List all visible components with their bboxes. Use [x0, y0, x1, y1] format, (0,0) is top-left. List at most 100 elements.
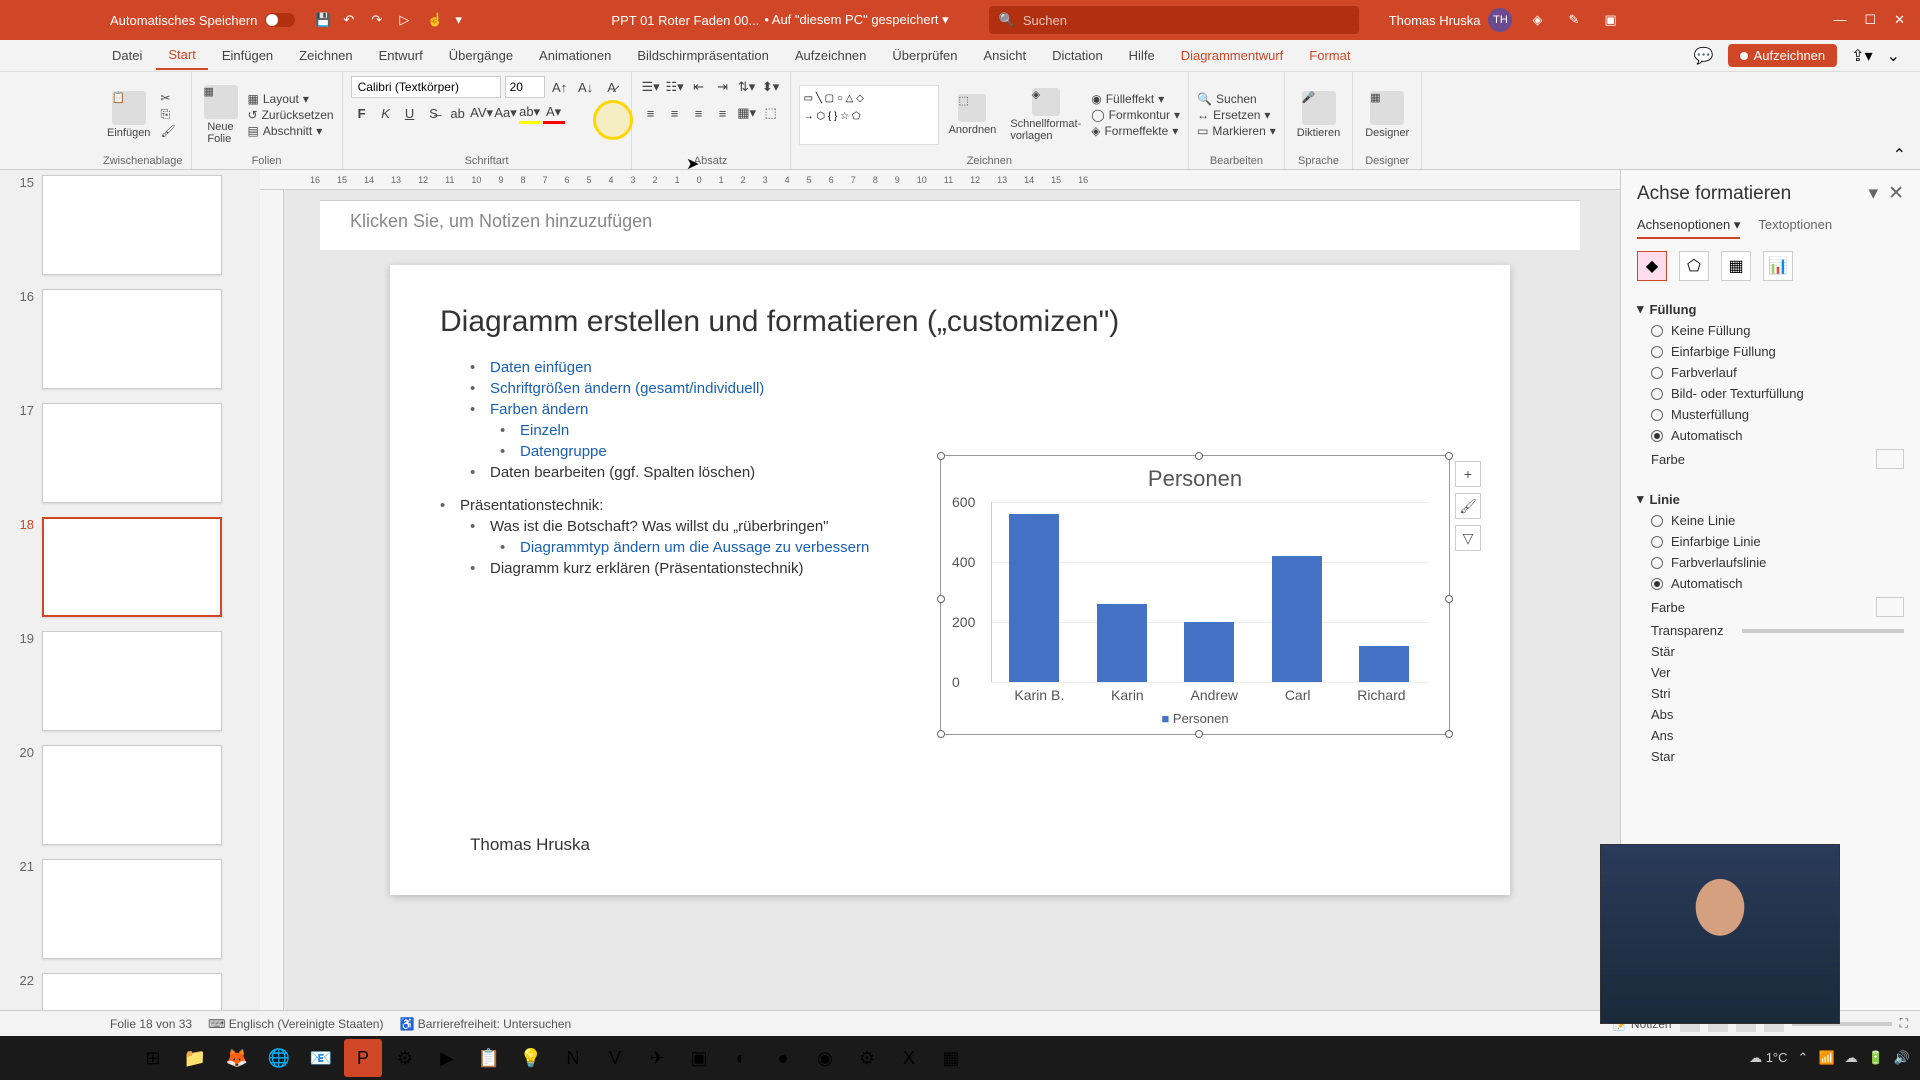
chart-filter-icon[interactable]: ▽	[1455, 525, 1481, 551]
line-spacing-icon[interactable]: ⇅▾	[736, 76, 758, 98]
transparency-slider[interactable]	[1742, 629, 1905, 633]
weather-widget[interactable]: ☁ 1°C	[1749, 1050, 1787, 1066]
tab-entwurf[interactable]: Entwurf	[367, 42, 435, 69]
bullets-icon[interactable]: ☰▾	[640, 76, 662, 98]
bold-icon[interactable]: F	[351, 102, 373, 124]
tray-chevron-icon[interactable]: ⌃	[1798, 1050, 1809, 1066]
chart-title[interactable]: Personen	[941, 466, 1449, 492]
line-radio-row[interactable]: Keine Linie	[1651, 513, 1904, 528]
tray-battery-icon[interactable]: 🔋	[1868, 1050, 1884, 1066]
tab-start[interactable]: Start	[156, 41, 207, 70]
thumb-15[interactable]	[42, 175, 222, 275]
cutoff-field[interactable]: Ans	[1651, 728, 1904, 743]
tab-ansicht[interactable]: Ansicht	[971, 42, 1038, 69]
autosave-toggle[interactable]	[265, 13, 295, 27]
new-slide-button[interactable]: ▦Neue Folie	[200, 83, 242, 147]
cutoff-field[interactable]: Ver	[1651, 665, 1904, 680]
telegram-icon[interactable]: ✈	[638, 1039, 676, 1077]
bullet-item[interactable]: Farben ändern	[470, 401, 1460, 418]
outlook-icon[interactable]: 📧	[302, 1039, 340, 1077]
save-icon[interactable]: 💾	[315, 12, 331, 28]
underline-icon[interactable]: U	[399, 102, 421, 124]
record-button[interactable]: Aufzeichnen	[1728, 44, 1838, 67]
app2-icon[interactable]: 📋	[470, 1039, 508, 1077]
font-color-icon[interactable]: A▾	[543, 102, 565, 124]
app8-icon[interactable]: ▦	[932, 1039, 970, 1077]
tab-datei[interactable]: Datei	[100, 42, 154, 69]
align-left-icon[interactable]: ≡	[640, 102, 662, 124]
format-painter-icon[interactable]: 🖌	[160, 124, 175, 138]
shadow-icon[interactable]: ab	[447, 102, 469, 124]
tab-animationen[interactable]: Animationen	[527, 42, 623, 69]
paste-button[interactable]: 📋Einfügen	[103, 89, 154, 141]
slide-title[interactable]: Diagramm erstellen und formatieren („cus…	[440, 305, 1460, 339]
indent-inc-icon[interactable]: ⇥	[712, 76, 734, 98]
italic-icon[interactable]: K	[375, 102, 397, 124]
line-radio-row[interactable]: Automatisch	[1651, 576, 1904, 591]
tab-uebergaenge[interactable]: Übergänge	[437, 42, 525, 69]
bullet-item[interactable]: Schriftgrößen ändern (gesamt/individuell…	[470, 380, 1460, 397]
size-pane-icon[interactable]: ▦	[1721, 251, 1751, 281]
effects-button[interactable]: ◈ Formeffekte ▾	[1091, 124, 1180, 138]
fill-radio-row[interactable]: Automatisch	[1651, 428, 1904, 443]
fit-to-window-icon[interactable]: ⛶	[1900, 1016, 1908, 1031]
fill-color-swatch[interactable]	[1876, 449, 1904, 469]
excel-icon[interactable]: X	[890, 1039, 928, 1077]
numbering-icon[interactable]: ☷▾	[664, 76, 686, 98]
diamond-icon[interactable]: ◈	[1532, 12, 1548, 28]
vlc-icon[interactable]: ▶	[428, 1039, 466, 1077]
fill-line-icon[interactable]: ◆	[1637, 251, 1667, 281]
settings-icon[interactable]: ⚙	[848, 1039, 886, 1077]
app7-icon[interactable]: ◉	[806, 1039, 844, 1077]
line-color-swatch[interactable]	[1876, 597, 1904, 617]
chart-plus-icon[interactable]: +	[1455, 461, 1481, 487]
cutoff-field[interactable]: Stri	[1651, 686, 1904, 701]
chart-bar[interactable]	[1184, 622, 1234, 682]
redo-icon[interactable]: ↷	[371, 12, 387, 28]
fill-radio-row[interactable]: Bild- oder Texturfüllung	[1651, 386, 1904, 401]
qat-more-icon[interactable]: ▾	[455, 12, 471, 28]
collapse-ribbon-chevron[interactable]: ⌃	[1889, 141, 1910, 169]
font-name-combo[interactable]: Calibri (Textkörper)	[351, 76, 501, 98]
align-right-icon[interactable]: ≡	[688, 102, 710, 124]
start-icon[interactable]: ⊞	[134, 1039, 172, 1077]
fill-button[interactable]: ◉ Fülleffekt ▾	[1091, 92, 1180, 106]
strike-icon[interactable]: S̶	[423, 102, 445, 124]
cutoff-field[interactable]: Abs	[1651, 707, 1904, 722]
share-icon[interactable]: ⇪▾	[1851, 46, 1872, 66]
section-button[interactable]: ▤ Abschnitt ▾	[248, 124, 334, 138]
thumb-16[interactable]	[42, 289, 222, 389]
tab-zeichnen[interactable]: Zeichnen	[287, 42, 364, 69]
tab-dictation[interactable]: Dictation	[1040, 42, 1115, 69]
tab-format[interactable]: Format	[1297, 42, 1362, 69]
chart-brush-icon[interactable]: 🖌	[1455, 493, 1481, 519]
fill-radio-row[interactable]: Keine Füllung	[1651, 323, 1904, 338]
pen-icon[interactable]: ✎	[1568, 12, 1584, 28]
chart-x-axis[interactable]: Karin B.KarinAndrewCarlRichard	[991, 687, 1429, 703]
shapes-gallery[interactable]: ▭ ╲ ▢ ○ △ ◇→ ⬡ { } ☆ ⬠	[799, 85, 939, 145]
tray-volume-icon[interactable]: 🔊	[1894, 1050, 1910, 1066]
thumb-18[interactable]	[42, 517, 222, 617]
replace-button[interactable]: ↔ Ersetzen ▾	[1197, 108, 1276, 122]
chart-object[interactable]: Personen 0200400600 Karin B.KarinAndrewC…	[940, 455, 1450, 735]
powerpoint-icon[interactable]: P	[344, 1039, 382, 1077]
collapse-ribbon-icon[interactable]: ⌄	[1887, 46, 1900, 66]
indent-dec-icon[interactable]: ⇤	[688, 76, 710, 98]
line-radio-row[interactable]: Einfarbige Linie	[1651, 534, 1904, 549]
quick-styles-button[interactable]: ◈Schnellformat- vorlagen	[1006, 86, 1085, 144]
arrange-button[interactable]: ⬚Anordnen	[945, 92, 1001, 138]
pane-close-icon[interactable]: ✕	[1888, 182, 1904, 205]
tab-bildschirm[interactable]: Bildschirmpräsentation	[625, 42, 781, 69]
fill-radio-row[interactable]: Musterfüllung	[1651, 407, 1904, 422]
shrink-font-icon[interactable]: A↓	[575, 76, 597, 98]
slide[interactable]: Diagramm erstellen und formatieren („cus…	[390, 265, 1510, 895]
accessibility-status[interactable]: ♿ Barrierefreiheit: Untersuchen	[399, 1017, 571, 1031]
touch-icon[interactable]: ☝	[427, 12, 443, 28]
tray-cloud-icon[interactable]: ☁	[1845, 1050, 1858, 1066]
language-status[interactable]: ⌨ Englisch (Vereinigte Staaten)	[208, 1017, 383, 1031]
outline-button[interactable]: ◯ Formkontur ▾	[1091, 108, 1180, 122]
justify-icon[interactable]: ≡	[712, 102, 734, 124]
tray-network-icon[interactable]: 📶	[1818, 1050, 1834, 1066]
thumb-17[interactable]	[42, 403, 222, 503]
filename[interactable]: PPT 01 Roter Faden 00...	[611, 13, 759, 28]
